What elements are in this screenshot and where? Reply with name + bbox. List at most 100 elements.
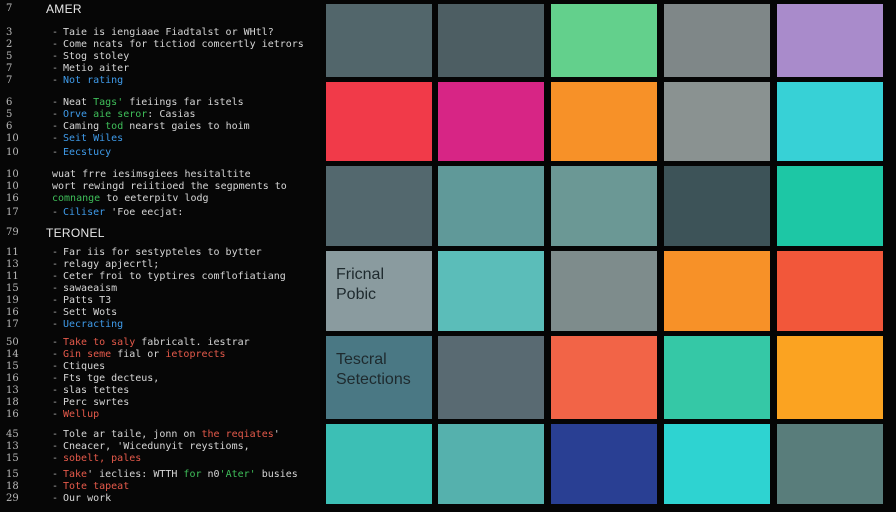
code-token: n0 xyxy=(201,469,220,480)
line-number: 16 xyxy=(6,307,19,318)
code-line: 15 - Take' ieclies: WTTH for n0'Ater' busi… xyxy=(0,469,320,481)
bullet-dash: - xyxy=(52,133,59,144)
line-number: 10 xyxy=(6,133,19,144)
color-swatch[interactable] xyxy=(438,166,544,246)
code-text: Seit Wiles xyxy=(63,133,124,144)
color-swatch[interactable] xyxy=(438,251,544,331)
swatch-label-line: Pobic xyxy=(336,286,377,303)
code-line: 5 - Stog stoley xyxy=(0,51,320,63)
code-token: comnange xyxy=(52,193,101,204)
color-swatch[interactable] xyxy=(664,166,770,246)
code-text: Ctiques xyxy=(63,361,106,372)
color-swatch[interactable] xyxy=(551,424,657,504)
code-token: ' ieclies: WTTH xyxy=(87,469,184,480)
code-token: Ciliser xyxy=(63,207,112,218)
color-swatch[interactable] xyxy=(551,4,657,77)
color-swatch[interactable] xyxy=(326,82,432,161)
code-text: wuat frre iesimsgiees hesitaltite xyxy=(52,169,251,180)
code-line: 50 - Take to saly fabricalt. iestrar xyxy=(0,337,320,349)
color-swatch[interactable] xyxy=(777,4,883,77)
bullet-dash: - xyxy=(52,259,59,270)
code-text: Take' ieclies: WTTH for n0'Ater' busies xyxy=(63,469,298,481)
code-token: Neat xyxy=(63,97,94,108)
bullet-dash: - xyxy=(52,75,59,86)
color-swatch[interactable] xyxy=(664,4,770,77)
code-text: wort rewingd reiitioed the segpments to xyxy=(52,181,287,192)
bullet-dash: - xyxy=(52,373,59,384)
line-number: 16 xyxy=(6,409,19,420)
code-token: nearst xyxy=(123,121,172,132)
code-token: : Casias xyxy=(147,109,196,120)
bullet-dash: - xyxy=(52,349,59,360)
color-swatch[interactable] xyxy=(326,4,432,77)
bullet-dash: - xyxy=(52,361,59,372)
color-swatch[interactable] xyxy=(664,82,770,161)
color-swatch[interactable] xyxy=(438,336,544,419)
color-swatch[interactable] xyxy=(777,336,883,419)
color-swatch[interactable] xyxy=(664,424,770,504)
code-text: slas tettes xyxy=(63,385,130,396)
color-swatch[interactable] xyxy=(551,336,657,419)
code-text: Orve aie seror: Casias xyxy=(63,109,195,121)
bullet-dash: - xyxy=(52,147,59,158)
bullet-dash: - xyxy=(52,307,59,318)
code-token: to eeterpitv lodg xyxy=(100,193,209,204)
code-line: 11 - Far iis for sestypteles to bytter xyxy=(0,247,320,259)
color-swatch-grid: Fricnal Pobic Tescral Setections xyxy=(326,4,886,505)
line-number: 15 xyxy=(6,453,19,464)
line-number: 7 xyxy=(6,63,13,74)
section-title: TERONEL xyxy=(46,226,105,240)
code-line: 16 - Fts tge decteus, xyxy=(0,373,320,385)
color-swatch[interactable] xyxy=(664,251,770,331)
code-panel: 7 AMER 3- Taie is iengiaae Fiadtalst or WHt… xyxy=(0,0,320,512)
code-token: ietoprects xyxy=(165,349,226,360)
color-swatch[interactable] xyxy=(551,251,657,331)
line-number: 5 xyxy=(6,109,13,120)
code-token: fieiings far istels xyxy=(123,97,244,108)
color-swatch[interactable] xyxy=(777,424,883,504)
code-text: Take to saly fabricalt. iestrar xyxy=(63,337,250,349)
color-swatch[interactable] xyxy=(777,251,883,331)
code-line: 5 - Orve aie seror: Casias xyxy=(0,109,320,121)
color-swatch[interactable] xyxy=(551,166,657,246)
code-text: Cneacer, 'Wicedunyit reystioms, xyxy=(63,441,250,452)
bullet-dash: - xyxy=(52,97,59,108)
code-text: comnange to eeterpitv lodg xyxy=(52,193,209,205)
bullet-dash: - xyxy=(52,271,59,282)
color-swatch[interactable] xyxy=(438,424,544,504)
code-token: iestrar xyxy=(207,337,250,348)
line-number: 6 xyxy=(6,97,13,108)
code-line: 2 - Come ncats for tictiod comcertly ietro… xyxy=(0,39,320,51)
line-number: 7 xyxy=(6,3,13,14)
code-line: 18 - Perc swrtes xyxy=(0,397,320,409)
code-text: Ceter froi to typtires comflofiatiang xyxy=(63,271,286,282)
line-number: 15 xyxy=(6,361,19,372)
color-swatch[interactable]: Tescral Setections xyxy=(326,336,432,419)
bullet-dash: - xyxy=(52,109,59,120)
section-heading: 7 AMER xyxy=(0,3,320,15)
color-swatch[interactable]: Fricnal Pobic xyxy=(326,251,432,331)
color-swatch[interactable] xyxy=(777,82,883,161)
bullet-dash: - xyxy=(52,385,59,396)
code-line: 10 - Eecstucy xyxy=(0,147,320,159)
color-swatch[interactable] xyxy=(326,166,432,246)
code-line: 19 - Patts T3 xyxy=(0,295,320,307)
line-number: 18 xyxy=(6,481,19,492)
color-swatch[interactable] xyxy=(664,336,770,419)
color-swatch[interactable] xyxy=(551,82,657,161)
line-number: 5 xyxy=(6,51,13,62)
color-swatch[interactable] xyxy=(438,4,544,77)
color-swatch[interactable] xyxy=(438,82,544,161)
code-text: Ciliser 'Foe eecjat: xyxy=(63,207,183,219)
section-heading: 79 TERONEL xyxy=(0,227,320,239)
color-swatch[interactable] xyxy=(326,424,432,504)
code-line: 18 - Tote tapeat xyxy=(0,481,320,493)
code-text: Not rating xyxy=(63,75,124,86)
code-text: relagy apjecrtl; xyxy=(63,259,160,270)
color-swatch[interactable] xyxy=(777,166,883,246)
code-line: 11 - Ceter froi to typtires comflofiatiang xyxy=(0,271,320,283)
code-token: ' xyxy=(273,429,280,440)
line-number: 10 xyxy=(6,147,19,158)
bullet-dash: - xyxy=(52,283,59,294)
code-line: 16 comnange to eeterpitv lodg xyxy=(0,193,320,205)
